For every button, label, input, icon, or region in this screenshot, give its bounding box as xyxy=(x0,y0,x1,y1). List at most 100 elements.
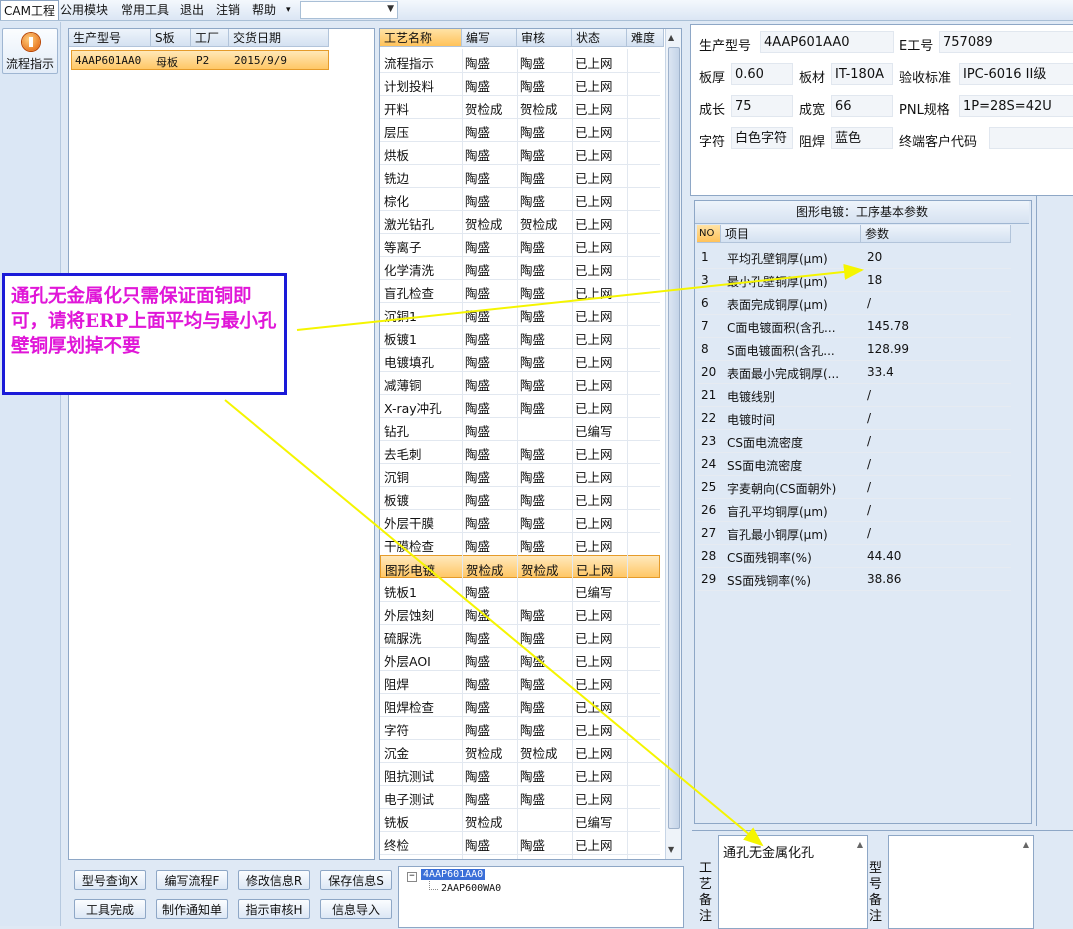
scroll-up-icon[interactable]: ▲ xyxy=(1023,840,1029,849)
process-row[interactable]: 图形电镀 贺检成 贺检成 已上网 xyxy=(380,555,660,578)
process-row[interactable]: 铣板1 陶盛 已编写 xyxy=(380,578,660,602)
process-row[interactable]: 阻抗测试 陶盛 陶盛 已上网 xyxy=(380,762,660,786)
char-field[interactable]: 白色字符 xyxy=(731,127,793,149)
process-row[interactable]: 板镀 陶盛 陶盛 已上网 xyxy=(380,486,660,510)
process-row[interactable]: 去毛刺 陶盛 陶盛 已上网 xyxy=(380,440,660,464)
scroll-up-icon[interactable]: ▲ xyxy=(857,840,863,849)
model-remark-field[interactable]: ▲ xyxy=(888,835,1034,929)
menu-help[interactable]: 帮助 xyxy=(249,0,279,20)
process-row[interactable]: 烘板 陶盛 陶盛 已上网 xyxy=(380,141,660,165)
param-row[interactable]: 28 CS面残铜率(%) 44.40 xyxy=(697,545,1011,568)
process-row[interactable]: 沉金 贺检成 贺检成 已上网 xyxy=(380,739,660,763)
param-row[interactable]: 29 SS面残铜率(%) 38.86 xyxy=(697,568,1011,591)
process-row[interactable]: 化学清洗 陶盛 陶盛 已上网 xyxy=(380,256,660,280)
save-info-button[interactable]: 保存信息S xyxy=(320,870,392,890)
menu-common-modules[interactable]: 公用模块 xyxy=(57,0,111,20)
process-row[interactable]: 阻焊检查 陶盛 陶盛 已上网 xyxy=(380,693,660,717)
col-model[interactable]: 生产型号 xyxy=(69,29,151,47)
process-row[interactable]: 外层蚀刻 陶盛 陶盛 已上网 xyxy=(380,601,660,625)
col-status[interactable]: 状态 xyxy=(572,29,627,47)
scroll-up-icon[interactable]: ▲ xyxy=(668,33,674,42)
param-row[interactable]: 26 盲孔平均铜厚(μm) / xyxy=(697,499,1011,522)
process-row[interactable]: 等离子 陶盛 陶盛 已上网 xyxy=(380,233,660,257)
thickness-field[interactable]: 0.60 xyxy=(731,63,793,85)
review-button[interactable]: 指示审核H xyxy=(238,899,310,919)
process-row[interactable]: 棕化 陶盛 陶盛 已上网 xyxy=(380,187,660,211)
process-row[interactable]: 电镀填孔 陶盛 陶盛 已上网 xyxy=(380,348,660,372)
material-field[interactable]: IT-180A xyxy=(831,63,893,85)
menu-cam[interactable]: CAM工程 xyxy=(0,0,59,20)
write-flow-button[interactable]: 编写流程F xyxy=(156,870,228,890)
menu-exit[interactable]: 退出 xyxy=(177,0,207,20)
col-difficulty[interactable]: 难度 xyxy=(627,29,664,47)
process-scrollbar[interactable]: ▲ ▼ xyxy=(665,29,681,859)
eng-field[interactable]: 757089 xyxy=(939,31,1073,53)
process-row[interactable]: 流程指示 陶盛 陶盛 已上网 xyxy=(380,49,660,73)
process-row[interactable]: 钻孔 陶盛 已编写 xyxy=(380,417,660,441)
param-row[interactable]: 20 表面最小完成铜厚(... 33.4 xyxy=(697,361,1011,384)
process-row[interactable]: 字符 陶盛 陶盛 已上网 xyxy=(380,716,660,740)
param-row[interactable]: 3 最小孔壁铜厚(μm) 18 xyxy=(697,269,1011,292)
process-row[interactable]: 沉铜 陶盛 陶盛 已上网 xyxy=(380,463,660,487)
tool-complete-button[interactable]: 工具完成 xyxy=(74,899,146,919)
process-row[interactable]: 干膜检查 陶盛 陶盛 已上网 xyxy=(380,532,660,556)
process-row[interactable]: 沉铜1 陶盛 陶盛 已上网 xyxy=(380,302,660,326)
product-row[interactable]: 4AAP601AA0 母板 P2 2015/9/9 xyxy=(71,50,329,70)
process-row[interactable]: 盲孔检查 陶盛 陶盛 已上网 xyxy=(380,279,660,303)
length-field[interactable]: 75 xyxy=(731,95,793,117)
process-row[interactable]: 开料 贺检成 贺检成 已上网 xyxy=(380,95,660,119)
menu-common-tools[interactable]: 常用工具 xyxy=(118,0,172,20)
process-remark-field[interactable]: 通孔无金属化孔 ▲ xyxy=(718,835,868,929)
process-row[interactable]: 电子测试 陶盛 陶盛 已上网 xyxy=(380,785,660,809)
col-no[interactable]: NO xyxy=(697,225,721,243)
col-date[interactable]: 交货日期 xyxy=(229,29,329,47)
pnl-field[interactable]: 1P=28S=42U xyxy=(959,95,1073,117)
modify-info-button[interactable]: 修改信息R xyxy=(238,870,310,890)
process-row[interactable]: X-ray冲孔 陶盛 陶盛 已上网 xyxy=(380,394,660,418)
menu-dropdown[interactable]: ▼ xyxy=(300,1,398,19)
process-row[interactable]: 激光钻孔 贺检成 贺检成 已上网 xyxy=(380,210,660,234)
import-info-button[interactable]: 信息导入 xyxy=(320,899,392,919)
menu-logout[interactable]: 注销 xyxy=(213,0,243,20)
model-field[interactable]: 4AAP601AA0 xyxy=(760,31,894,53)
mask-field[interactable]: 蓝色 xyxy=(831,127,893,149)
customer-field[interactable] xyxy=(989,127,1073,149)
scroll-down-icon[interactable]: ▼ xyxy=(668,845,674,854)
standard-field[interactable]: IPC-6016 II级 xyxy=(959,63,1073,85)
param-row[interactable]: 27 盲孔最小铜厚(μm) / xyxy=(697,522,1011,545)
scroll-thumb[interactable] xyxy=(668,47,680,829)
process-row[interactable]: 计划投料 陶盛 陶盛 已上网 xyxy=(380,72,660,96)
col-reviewer[interactable]: 审核 xyxy=(517,29,572,47)
collapse-icon[interactable]: − xyxy=(407,872,417,882)
process-row[interactable]: 板镀1 陶盛 陶盛 已上网 xyxy=(380,325,660,349)
param-row[interactable]: 21 电镀线别 / xyxy=(697,384,1011,407)
param-row[interactable]: 1 平均孔壁铜厚(μm) 20 xyxy=(697,246,1011,269)
param-row[interactable]: 6 表面完成铜厚(μm) / xyxy=(697,292,1011,315)
param-row[interactable]: 25 字麦朝向(CS面朝外) / xyxy=(697,476,1011,499)
col-writer[interactable]: 编写 xyxy=(462,29,517,47)
param-row[interactable]: 22 电镀时间 / xyxy=(697,407,1011,430)
width-field[interactable]: 66 xyxy=(831,95,893,117)
param-row[interactable]: 23 CS面电流密度 / xyxy=(697,430,1011,453)
param-row[interactable]: 7 C面电镀面积(含孔... 145.78 xyxy=(697,315,1011,338)
process-row[interactable]: 铣板 贺检成 已编写 xyxy=(380,808,660,832)
tree-child[interactable]: 2AAP600WA0 xyxy=(441,883,501,894)
tree-root[interactable]: 4AAP601AA0 xyxy=(421,869,486,880)
col-param[interactable]: 参数 xyxy=(861,225,1011,243)
col-factory[interactable]: 工厂 xyxy=(191,29,229,47)
process-row[interactable]: 层压 陶盛 陶盛 已上网 xyxy=(380,118,660,142)
process-row[interactable]: 终检 陶盛 陶盛 已上网 xyxy=(380,831,660,855)
flow-indicator-button[interactable]: 流程指示 xyxy=(2,28,58,74)
process-row[interactable]: 阻焊 陶盛 陶盛 已上网 xyxy=(380,670,660,694)
col-board[interactable]: S板 xyxy=(151,29,191,47)
model-query-button[interactable]: 型号查询X xyxy=(74,870,146,890)
chevron-down-icon[interactable]: ▾ xyxy=(283,0,294,20)
process-row[interactable]: 外层干膜 陶盛 陶盛 已上网 xyxy=(380,509,660,533)
process-row[interactable]: 铣边 陶盛 陶盛 已上网 xyxy=(380,164,660,188)
process-row[interactable]: 外层AOI 陶盛 陶盛 已上网 xyxy=(380,647,660,671)
make-notice-button[interactable]: 制作通知单 xyxy=(156,899,228,919)
col-process-name[interactable]: 工艺名称 xyxy=(380,29,462,47)
process-row[interactable]: 减薄铜 陶盛 陶盛 已上网 xyxy=(380,371,660,395)
process-row[interactable]: 硫脲洗 陶盛 陶盛 已上网 xyxy=(380,624,660,648)
param-row[interactable]: 8 S面电镀面积(含孔... 128.99 xyxy=(697,338,1011,361)
